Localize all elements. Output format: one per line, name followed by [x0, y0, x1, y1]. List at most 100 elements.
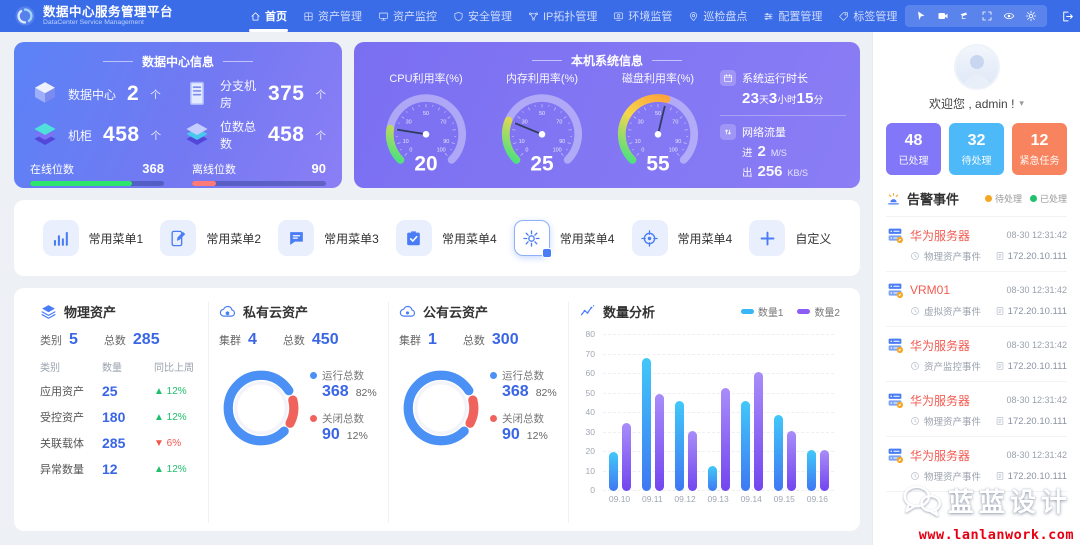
alert-type: 虚拟资产事件: [924, 304, 981, 318]
alert-item-4[interactable]: 华为服务器08-30 12:31:42 物理资产事件172.20.10.111: [886, 437, 1067, 492]
public-cloud-title: 公有云资产: [423, 302, 488, 321]
clock-icon: [910, 306, 920, 316]
bar-数量1-09.10[interactable]: [609, 452, 618, 491]
x-tick-label: 09.14: [741, 494, 762, 504]
video-button[interactable]: [937, 10, 949, 22]
bar-数量2-09.15[interactable]: [787, 431, 796, 492]
bar-数量1-09.11[interactable]: [642, 358, 651, 491]
quick-menu-item-4[interactable]: 常用菜单4: [514, 220, 615, 256]
camera-button[interactable]: [959, 10, 971, 22]
user-menu[interactable]: 欢迎您 , admin ! ▾: [886, 95, 1067, 112]
physical-assets-title: 物理资产: [64, 302, 116, 321]
fullscreen-button[interactable]: [981, 10, 993, 22]
alert-item-2[interactable]: 华为服务器08-30 12:31:42 资产监控事件172.20.10.111: [886, 327, 1067, 382]
datacenter-card-title: 数据中心信息: [142, 53, 214, 70]
x-tick-label: 09.10: [609, 494, 630, 504]
y-tick-label: 10: [586, 466, 595, 476]
nav-item-7[interactable]: 配置管理: [755, 0, 830, 32]
logout-button[interactable]: [1057, 10, 1078, 23]
alert-item-1[interactable]: VRM0108-30 12:31:42 虚拟资产事件172.20.10.111: [886, 272, 1067, 327]
svg-text:0: 0: [409, 147, 412, 153]
quick-menu-item-3[interactable]: 常用菜单4: [396, 220, 497, 256]
trend-icon: [579, 303, 596, 320]
nav-item-6[interactable]: 巡检盘点: [680, 0, 755, 32]
pointer-button[interactable]: [915, 10, 927, 22]
bar-数量1-09.13[interactable]: [708, 466, 717, 491]
dc-stat-3: 位数总数458个: [182, 118, 326, 152]
nav-item-4[interactable]: IP拓扑管理: [520, 0, 605, 32]
svg-text:20: 20: [414, 153, 437, 176]
svg-text:70: 70: [440, 120, 446, 126]
stat-card-2[interactable]: 12紧急任务: [1012, 123, 1067, 175]
physical-asset-row-1[interactable]: 受控资产180▲ 12%: [40, 404, 198, 430]
quick-menu-item-5[interactable]: 常用菜单4: [632, 220, 733, 256]
stat-card-1[interactable]: 32待处理: [949, 123, 1004, 175]
y-tick-label: 20: [586, 446, 595, 456]
bar-chart: 01020304050607080 09.1009.1109.1209.1309…: [579, 331, 840, 515]
alert-item-3[interactable]: 华为服务器08-30 12:31:42 物理资产事件172.20.10.111: [886, 382, 1067, 437]
person-icon: [957, 48, 997, 88]
physical-asset-row-2[interactable]: 关联载体285▼ 6%: [40, 430, 198, 456]
nav-item-0[interactable]: 首页: [242, 0, 295, 32]
eye-button[interactable]: [1003, 10, 1015, 22]
x-tick-label: 09.12: [674, 494, 695, 504]
watermark-url: www.lanlanwork.com: [919, 527, 1074, 543]
private-cloud-icon: [219, 303, 236, 320]
bar-数量2-09.13[interactable]: [721, 388, 730, 491]
logout-icon: [1061, 10, 1074, 23]
alert-item-0[interactable]: 华为服务器08-30 12:31:42 物理资产事件172.20.10.111: [886, 217, 1067, 272]
bar-chart-icon: [51, 229, 70, 248]
dashboard-page: 数据中心服务管理平台 DataCenter Service Management…: [0, 0, 1080, 545]
physical-asset-row-0[interactable]: 应用资产25▲ 12%: [40, 378, 198, 404]
alert-device-name: 华为服务器: [910, 227, 970, 244]
clock-icon: [910, 251, 920, 261]
alert-device-name: VRM01: [910, 283, 950, 297]
quick-menu-item-2[interactable]: 常用菜单3: [278, 220, 379, 256]
bar-数量2-09.11[interactable]: [655, 394, 664, 492]
user-avatar[interactable]: [954, 44, 1000, 90]
video-icon: [937, 10, 949, 22]
nav-item-1[interactable]: 资产管理: [295, 0, 370, 32]
task-stat-cards: 48已处理32待处理12紧急任务: [886, 123, 1067, 175]
progress-0: 在线位数368: [30, 161, 164, 186]
svg-text:30: 30: [406, 120, 412, 126]
x-tick-label: 09.11: [642, 494, 663, 504]
y-tick-label: 80: [586, 329, 595, 339]
dc-stat-1: 分支机房375个: [182, 77, 326, 111]
alerts-legend-pending[interactable]: 待处理: [985, 192, 1022, 205]
ip-doc-icon: [995, 361, 1005, 371]
stat-card-0[interactable]: 48已处理: [886, 123, 941, 175]
datacenter-progress: 在线位数368离线位数90: [30, 161, 326, 186]
bar-数量2-09.10[interactable]: [622, 423, 631, 491]
x-tick-label: 09.16: [807, 494, 828, 504]
bar-group-09.12: [675, 335, 697, 491]
nav-item-3[interactable]: 安全管理: [445, 0, 520, 32]
calendar-icon: [723, 73, 733, 83]
nav-item-8[interactable]: 标签管理: [830, 0, 905, 32]
bar-数量2-09.12[interactable]: [688, 431, 697, 492]
quick-menu-item-1[interactable]: 常用菜单2: [160, 220, 261, 256]
alert-device-name: 华为服务器: [910, 447, 970, 464]
alerts-legend-done[interactable]: 已处理: [1030, 192, 1067, 205]
system-side-info: 系统运行时长 23天3小时15分 网络流量 进2M/S出256KB/S: [716, 70, 846, 180]
quick-menu-item-0[interactable]: 常用菜单1: [43, 220, 144, 256]
target-icon: [640, 229, 659, 248]
bar-数量1-09.15[interactable]: [774, 415, 783, 491]
chart-legend-0[interactable]: 数量1: [741, 304, 784, 319]
brand: 数据中心服务管理平台 DataCenter Service Management: [14, 5, 242, 27]
nav-item-5[interactable]: 环境监管: [605, 0, 680, 32]
physical-asset-row-3[interactable]: 异常数量12▲ 12%: [40, 456, 198, 482]
bar-数量2-09.16[interactable]: [820, 450, 829, 491]
chart-legend-1[interactable]: 数量2: [797, 304, 840, 319]
quick-menu-item-6[interactable]: 自定义: [749, 220, 831, 256]
bar-数量1-09.14[interactable]: [741, 401, 750, 491]
dc-stat-0: 数据中心2个: [30, 77, 174, 111]
nav-item-2[interactable]: 资产监控: [370, 0, 445, 32]
gear-icon: [1025, 10, 1037, 22]
bar-数量1-09.16[interactable]: [807, 450, 816, 491]
bar-数量2-09.14[interactable]: [754, 372, 763, 491]
gear-button[interactable]: [1025, 10, 1037, 22]
private-cloud-section: 私有云资产 集群4 总数450 运行总数 36882%: [208, 302, 388, 523]
bar-数量1-09.12[interactable]: [675, 401, 684, 491]
svg-text:70: 70: [556, 120, 562, 126]
